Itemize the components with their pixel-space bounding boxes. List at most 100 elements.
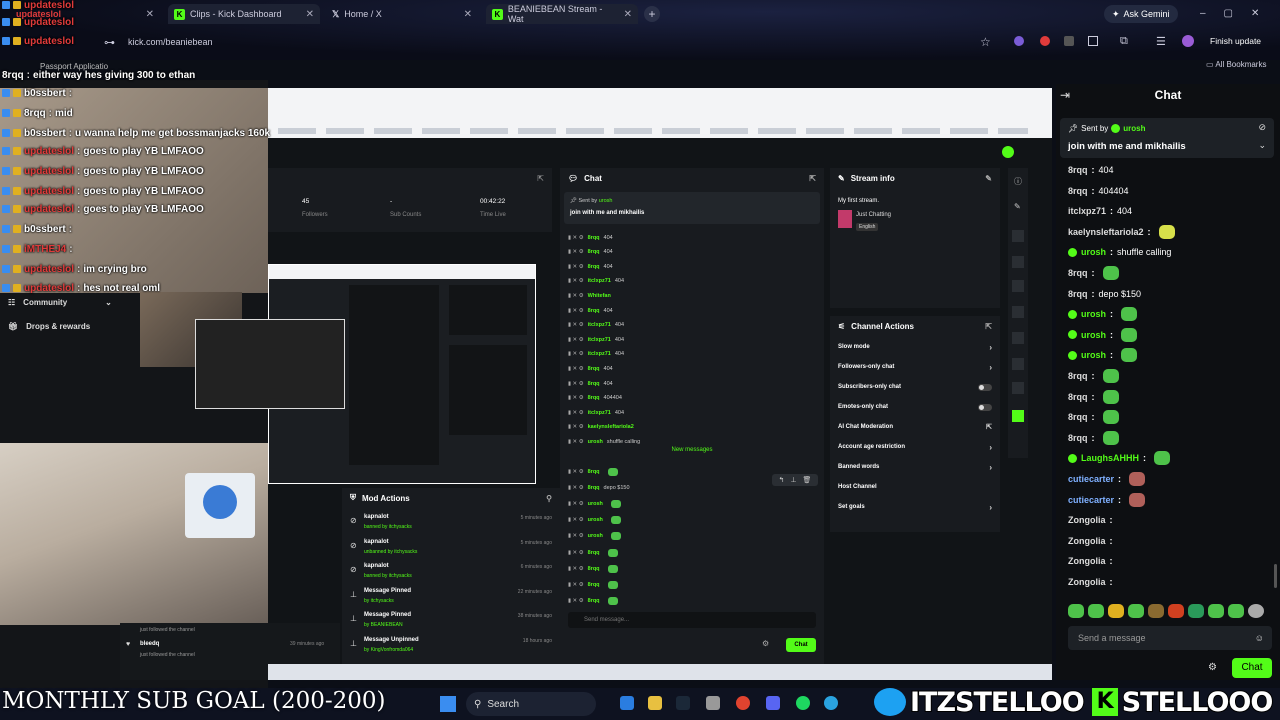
mod-icons[interactable]: ▮ ✕ ⚙ bbox=[568, 337, 584, 343]
mod-action-item[interactable]: ⊥ Message Pinned by BEANIEBEAN 38 minutes a… bbox=[348, 610, 554, 632]
chat-username[interactable]: cutiecarter bbox=[1068, 495, 1114, 505]
emote[interactable] bbox=[1228, 604, 1244, 618]
chat-line[interactable]: ▮ ✕ ⚙ 8rqq bbox=[568, 577, 618, 592]
chat-line[interactable]: ▮ ✕ ⚙ 8rqq 404 bbox=[568, 259, 613, 274]
sidebar-item-drops[interactable]: 🎁︎ Drops & rewards bbox=[8, 322, 90, 331]
chat-line[interactable]: 8rqq: depo $150 bbox=[1068, 284, 1141, 304]
mod-icons[interactable]: ▮ ✕ ⚙ bbox=[568, 293, 584, 299]
emote[interactable] bbox=[1188, 604, 1204, 618]
channel-action-item[interactable]: Subscribers-only chat bbox=[838, 380, 992, 394]
mod-icons[interactable]: ▮ ✕ ⚙ bbox=[568, 533, 584, 539]
chat-username[interactable]: kaelynsleftariola2 bbox=[1068, 227, 1144, 237]
emoji-icon[interactable]: ☺ bbox=[1255, 633, 1264, 643]
window-controls[interactable]: –▢✕ bbox=[1200, 8, 1277, 19]
ask-gemini-button[interactable]: ✦ Ask Gemini bbox=[1104, 5, 1178, 23]
mod-icons[interactable]: ▮ ✕ ⚙ bbox=[568, 424, 584, 430]
mod-icons[interactable]: ▮ ✕ ⚙ bbox=[568, 550, 584, 556]
chat-line[interactable]: urosh: bbox=[1068, 345, 1138, 365]
popout-icon[interactable]: ⇱ bbox=[537, 174, 544, 183]
new-tab-button[interactable]: + bbox=[644, 6, 660, 22]
chat-username[interactable]: 8rqq bbox=[1068, 268, 1088, 278]
chat-line[interactable]: 8rqq:404 bbox=[1068, 160, 1114, 180]
browser-tab-active[interactable]: K BEANIEBEAN Stream - Wat ✕ bbox=[486, 4, 638, 24]
finish-update-button[interactable]: Finish update bbox=[1204, 34, 1267, 49]
mod-icons[interactable]: ▮ ✕ ⚙ bbox=[568, 322, 584, 328]
chat-line[interactable]: ▮ ✕ ⚙ 8rqq 404 bbox=[568, 245, 613, 260]
popout-icon[interactable]: ⇱ bbox=[985, 322, 992, 331]
chat-username[interactable]: 8rqq bbox=[1068, 412, 1088, 422]
chat-username[interactable]: 8rqq bbox=[1068, 165, 1088, 175]
tool-icon[interactable] bbox=[1012, 358, 1024, 370]
channel-action-item[interactable]: Account age restriction › bbox=[838, 440, 992, 454]
mod-icons[interactable]: ▮ ✕ ⚙ bbox=[568, 278, 584, 284]
close-icon[interactable]: ✕ bbox=[306, 9, 314, 20]
chat-username[interactable]: 8rqq bbox=[1068, 186, 1088, 196]
toggle-switch[interactable] bbox=[978, 383, 992, 391]
chat-username[interactable]: urosh bbox=[1081, 330, 1106, 340]
popout-icon[interactable]: ⇱ bbox=[809, 174, 816, 183]
extension-icon[interactable] bbox=[1064, 36, 1074, 46]
chat-line[interactable]: ▮ ✕ ⚙ itclxpz71 404 bbox=[568, 332, 624, 347]
chat-send-button[interactable]: Chat bbox=[1232, 658, 1272, 678]
chat-line[interactable]: urosh: shuffle calling bbox=[1068, 242, 1171, 262]
chat-line[interactable]: ▮ ✕ ⚙ 8rqq 404 bbox=[568, 376, 613, 391]
extension-icon[interactable] bbox=[1040, 36, 1050, 46]
chat-line[interactable]: ▮ ✕ ⚙ 8rqq bbox=[568, 545, 618, 560]
chat-line[interactable]: 8rqq: bbox=[1068, 387, 1119, 407]
chat-line[interactable]: Zongolia: bbox=[1068, 510, 1117, 530]
filter-icon[interactable]: ⚲ bbox=[546, 494, 552, 503]
chat-line[interactable]: ▮ ✕ ⚙ 8rqq bbox=[568, 561, 618, 576]
chat-line[interactable]: 8rqq: bbox=[1068, 428, 1119, 448]
chat-line[interactable]: 8rqq: bbox=[1068, 407, 1119, 427]
profile-avatar[interactable] bbox=[1182, 35, 1194, 47]
chat-line[interactable]: 8rqq: bbox=[1068, 366, 1119, 386]
chat-username[interactable]: urosh bbox=[1081, 309, 1106, 319]
chat-line[interactable]: itclxpz71:404 bbox=[1068, 201, 1132, 221]
chat-line[interactable]: ▮ ✕ ⚙ 8rqq bbox=[568, 594, 618, 609]
chat-username[interactable]: 8rqq bbox=[1068, 289, 1088, 299]
unpin-icon[interactable]: ⊘ bbox=[1258, 122, 1266, 133]
emote[interactable] bbox=[1248, 604, 1264, 618]
tool-icon[interactable] bbox=[1012, 280, 1024, 292]
mod-action-item[interactable]: ⊘ kapnalot unbanned by itchysacks 5 minutes… bbox=[348, 537, 554, 559]
chat-username[interactable]: Zongolia bbox=[1068, 577, 1106, 587]
pinned-message[interactable]: 📌︎ Sent by urosh join with me and mikhai… bbox=[1060, 118, 1274, 158]
chat-line[interactable]: 8rqq: bbox=[1068, 263, 1119, 283]
mod-action-item[interactable]: ⊥ Message Pinned by itchysacks 22 minutes a… bbox=[348, 586, 554, 608]
toggle-switch[interactable] bbox=[978, 403, 992, 411]
chat-line[interactable]: ▮ ✕ ⚙ 8rqq depo $150 bbox=[568, 480, 630, 495]
chat-line[interactable]: ▮ ✕ ⚙ kaelynsleftariola2 bbox=[568, 420, 638, 435]
chat-line[interactable]: ▮ ✕ ⚙ itclxpz71 404 bbox=[568, 318, 624, 333]
chat-line[interactable]: Zongolia: bbox=[1068, 551, 1117, 571]
mod-icons[interactable]: ▮ ✕ ⚙ bbox=[568, 366, 584, 372]
emote[interactable] bbox=[1148, 604, 1164, 618]
mod-icons[interactable]: ▮ ✕ ⚙ bbox=[568, 517, 584, 523]
mod-icons[interactable]: ▮ ✕ ⚙ bbox=[568, 469, 584, 475]
mod-icons[interactable]: ▮ ✕ ⚙ bbox=[568, 566, 584, 572]
tool-icon[interactable] bbox=[1012, 256, 1024, 268]
chat-username[interactable]: Zongolia bbox=[1068, 556, 1106, 566]
chat-line[interactable]: ▮ ✕ ⚙ urosh bbox=[568, 496, 621, 511]
emote[interactable] bbox=[1068, 604, 1084, 618]
chat-line[interactable]: ▮ ✕ ⚙ Whitefan bbox=[568, 288, 615, 303]
extension-icon[interactable] bbox=[1088, 36, 1098, 46]
pin-icon[interactable]: ⊥ bbox=[790, 476, 796, 484]
mod-icons[interactable]: ▮ ✕ ⚙ bbox=[568, 582, 584, 588]
message-actions[interactable]: ↰ ⊥ 🗑︎ bbox=[772, 474, 818, 486]
channel-action-item[interactable]: Slow mode › bbox=[838, 340, 992, 354]
mod-action-item[interactable]: ⊥ Message Unpinned by KingVonfromda064 18 h… bbox=[348, 635, 554, 657]
chat-line[interactable]: ▮ ✕ ⚙ urosh bbox=[568, 513, 621, 528]
chat-line[interactable]: LaughsAHHH: bbox=[1068, 448, 1170, 468]
chevron-down-icon[interactable]: ⌄ bbox=[1258, 140, 1266, 151]
mod-icons[interactable]: ▮ ✕ ⚙ bbox=[568, 501, 584, 507]
reply-icon[interactable]: ↰ bbox=[779, 476, 785, 484]
gear-icon[interactable]: ⚙ bbox=[1208, 662, 1217, 673]
chat-line[interactable]: Zongolia: bbox=[1068, 572, 1117, 592]
chat-username[interactable]: Zongolia bbox=[1068, 515, 1106, 525]
tool-icon[interactable] bbox=[1012, 332, 1024, 344]
menu-list-icon[interactable]: ☰ bbox=[1156, 35, 1166, 48]
chat-username[interactable]: cutiecarter bbox=[1068, 474, 1114, 484]
close-icon[interactable]: ✕ bbox=[464, 9, 472, 20]
chat-line[interactable]: ▮ ✕ ⚙ 8rqq 404 bbox=[568, 303, 613, 318]
chat-line[interactable]: ▮ ✕ ⚙ 8rqq bbox=[568, 464, 618, 479]
